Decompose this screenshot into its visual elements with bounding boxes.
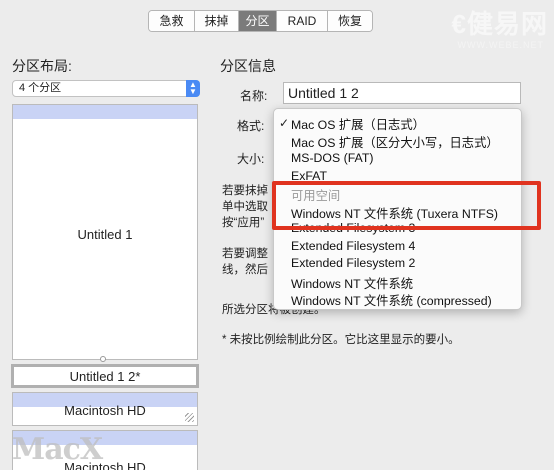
checkmark-icon: ✓ (279, 116, 290, 130)
resize-instructions: 若要调整 线，然后 (222, 248, 268, 276)
scale-note: * 未按比例绘制此分区。它比这里显示的要小。 (222, 334, 460, 346)
menu-item-ext4[interactable]: Extended Filesystem 4 (291, 239, 415, 253)
menu-item-mac-os-extended-case-sensitive[interactable]: Mac OS 扩展（区分大小写，日志式） (291, 133, 499, 151)
partition-usage-bar (13, 105, 197, 119)
partition-untitled-1[interactable]: Untitled 1 (12, 104, 198, 360)
name-label: 名称: (240, 89, 268, 103)
tab-raid[interactable]: RAID (277, 11, 328, 31)
menu-item-ntfs[interactable]: Windows NT 文件系统 (291, 274, 413, 292)
partition-label: Macintosh HD (64, 403, 146, 418)
name-field[interactable]: Untitled 1 2 (283, 82, 521, 104)
partition-macintosh-hd[interactable]: Macintosh HD (12, 392, 198, 426)
site-watermark-logo: €健易网 (451, 9, 548, 39)
chevron-updown-icon: ▲ ▼ (186, 80, 200, 97)
menu-item-ntfs-compressed[interactable]: Windows NT 文件系统 (compressed) (291, 291, 492, 309)
partition-layout-value: 4 个分区 (19, 82, 62, 94)
red-highlight-box (272, 181, 541, 230)
partition-layout-title: 分区布局: (12, 58, 72, 74)
partition-untitled-1-2[interactable]: Untitled 1 2* (11, 364, 199, 388)
partition-split-handle[interactable] (100, 356, 106, 362)
partition-layout-select[interactable]: 4 个分区 ▲ ▼ (12, 80, 200, 97)
format-label: 格式: (237, 119, 265, 133)
tab-first-aid[interactable]: 急救 (149, 11, 195, 31)
site-watermark-url: WWW.WEBE.NET (457, 40, 544, 50)
partition-info-title: 分区信息 (220, 58, 276, 74)
menu-item-mac-os-extended-journaled[interactable]: Mac OS 扩展（日志式） (291, 115, 425, 133)
tab-partition[interactable]: 分区 (239, 11, 277, 31)
partition-label: Untitled 1 (77, 227, 133, 242)
menu-item-ext2[interactable]: Extended Filesystem 2 (291, 256, 415, 270)
tab-restore[interactable]: 恢复 (328, 11, 372, 31)
tab-bar: 急救 抹掉 分区 RAID 恢复 (148, 10, 373, 32)
partition-label: Untitled 1 2* (69, 369, 141, 384)
resize-grip-icon[interactable] (185, 413, 194, 422)
tab-erase[interactable]: 抹掉 (195, 11, 239, 31)
erase-instructions: 若要抹掉 单中选取 按“应用” (222, 185, 268, 229)
macx-watermark: MacX (12, 432, 103, 467)
menu-item-ms-dos-fat[interactable]: MS-DOS (FAT) (291, 151, 373, 165)
size-label: 大小: (237, 152, 265, 166)
